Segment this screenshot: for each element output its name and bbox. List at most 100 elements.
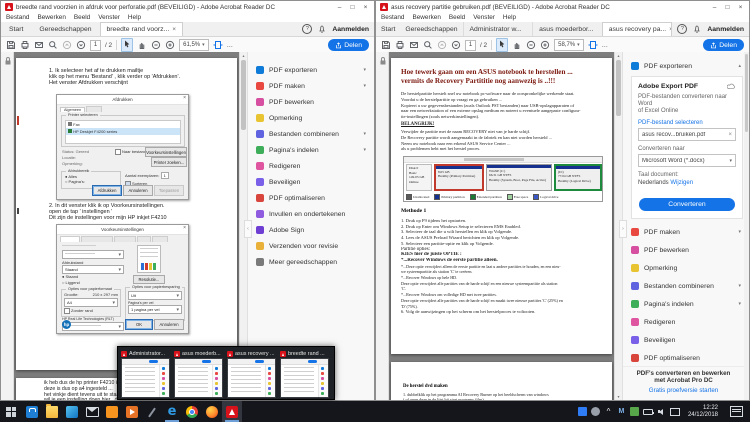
convert-button[interactable]: Converteren	[639, 198, 735, 211]
sidebar-tool[interactable]: Redigeren	[248, 158, 374, 174]
doc-tab[interactable]: Administrator w...	[463, 22, 533, 36]
maximize-button[interactable]: □	[721, 2, 734, 13]
tray-icon[interactable]	[617, 407, 626, 416]
change-language-link[interactable]: Wijzigen	[670, 180, 693, 186]
window-preview-card[interactable]: Administrator...	[121, 350, 170, 396]
page-number-input[interactable]: 1	[465, 40, 476, 51]
fit-width-icon[interactable]	[213, 40, 223, 50]
taskbar-app-button[interactable]	[22, 401, 42, 422]
tray-icon[interactable]	[643, 409, 653, 415]
window-preview-card[interactable]: breedte rand ...	[280, 350, 329, 396]
tray-icon[interactable]	[657, 407, 666, 416]
sidebar-tool-export[interactable]: PDF exporteren ▴	[623, 52, 749, 74]
minimize-button[interactable]: –	[333, 2, 346, 13]
taskbar-app-button[interactable]	[182, 401, 202, 422]
start-button[interactable]	[0, 401, 22, 422]
select-file-link[interactable]: PDF-bestand selecteren	[638, 120, 736, 126]
sidebar-tool[interactable]: Redigeren	[623, 313, 749, 331]
next-page-icon[interactable]	[451, 40, 461, 50]
left-rail[interactable]	[1, 52, 14, 400]
minimize-button[interactable]: –	[708, 2, 721, 13]
scroll-up-icon[interactable]: ▴	[615, 53, 622, 58]
email-icon[interactable]	[409, 40, 419, 50]
menu-item[interactable]: Beeld	[74, 14, 90, 21]
hand-tool-icon[interactable]	[137, 40, 147, 50]
menu-item[interactable]: Help	[128, 14, 141, 21]
tray-icon[interactable]	[630, 407, 639, 416]
select-tool-button[interactable]	[121, 38, 133, 52]
scrollbar-thumb[interactable]	[241, 60, 246, 130]
sign-in-button[interactable]: Aanmelden	[332, 26, 369, 33]
save-icon[interactable]	[381, 40, 391, 50]
sidebar-tool[interactable]: PDF bewerken	[248, 94, 374, 110]
tray-icon[interactable]	[591, 407, 600, 416]
sidebar-tool[interactable]: Meer gereedschappen	[248, 254, 374, 270]
close-button[interactable]: ×	[734, 2, 747, 13]
sidebar-tool[interactable]: Bestanden combineren▾	[623, 277, 749, 295]
taskbar-app-button[interactable]	[222, 401, 242, 422]
title-bar[interactable]: asus recovery partitie gebruiken.pdf (BE…	[376, 1, 749, 13]
preview-thumbnail[interactable]	[227, 358, 276, 398]
title-bar[interactable]: breedte rand voorzien in afdruk voor per…	[1, 1, 374, 13]
tab-tools[interactable]: Gereedschappen	[400, 22, 462, 36]
sidebar-tool[interactable]: Beveiligen	[623, 331, 749, 349]
sign-in-button[interactable]: Aanmelden	[707, 26, 744, 33]
zoom-out-icon[interactable]	[526, 40, 536, 50]
scrollbar-thumb[interactable]	[745, 54, 748, 132]
menu-item[interactable]: Help	[503, 14, 516, 21]
panel-collapse-icon[interactable]: ‹	[244, 220, 252, 238]
selected-file-input[interactable]: asus recov...bruiken.pdf×	[638, 128, 736, 141]
zoom-level-select[interactable]: 61,5%▾	[179, 39, 209, 51]
sidebar-tool[interactable]: Beveiligen	[248, 174, 374, 190]
free-trial-link[interactable]: Gratis proefversie starten	[623, 387, 744, 394]
panel-collapse-icon[interactable]: ›	[619, 220, 627, 238]
zoom-out-icon[interactable]	[151, 40, 161, 50]
hand-tool-icon[interactable]	[512, 40, 522, 50]
sidebar-tool[interactable]: PDF exporteren▾	[248, 62, 374, 78]
menu-item[interactable]: Venster	[473, 14, 495, 21]
tab-start[interactable]: Start	[1, 22, 31, 36]
doc-tab[interactable]: breedte rand voorz...×	[100, 22, 184, 36]
window-preview-card[interactable]: asus moederb...	[174, 350, 223, 396]
sidebar-tool[interactable]: Adobe Sign	[248, 222, 374, 238]
clear-file-icon[interactable]: ×	[728, 132, 732, 138]
preview-thumbnail[interactable]	[121, 358, 170, 398]
more-tools-icon[interactable]: …	[227, 42, 233, 49]
save-icon[interactable]	[6, 40, 16, 50]
sidebar-tool[interactable]: PDF bewerken	[623, 241, 749, 259]
taskbar-app-button[interactable]	[42, 401, 62, 422]
sidebar-tool[interactable]: Pagina's indelen▾	[623, 295, 749, 313]
sidebar-tool[interactable]: Invullen en ondertekenen	[248, 206, 374, 222]
taskbar-app-button[interactable]	[202, 401, 222, 422]
sidebar-tool[interactable]: Opmerking	[623, 259, 749, 277]
menu-item[interactable]: Bewerken	[37, 14, 65, 21]
taskbar-app-button[interactable]	[162, 401, 182, 422]
maximize-button[interactable]: □	[346, 2, 359, 13]
email-icon[interactable]	[34, 40, 44, 50]
search-icon[interactable]	[48, 40, 58, 50]
sidebar-scrollbar[interactable]	[744, 52, 749, 400]
zoom-level-select[interactable]: 58,7%▾	[554, 39, 584, 51]
taskbar-app-button[interactable]	[62, 401, 82, 422]
taskbar-app-button[interactable]	[102, 401, 122, 422]
left-rail[interactable]	[376, 52, 389, 400]
doc-tab[interactable]: asus recovery pa...×	[602, 22, 673, 36]
sidebar-tool[interactable]: Opmerking	[248, 110, 374, 126]
preview-thumbnail[interactable]	[174, 358, 223, 398]
fit-width-icon[interactable]	[588, 40, 598, 50]
sidebar-tool[interactable]: Pagina's indelen▾	[248, 142, 374, 158]
taskbar-clock[interactable]: 12:22 24/12/2018	[684, 405, 722, 419]
doc-tab[interactable]: asus moederbor...	[532, 22, 602, 36]
taskbar-app-button[interactable]	[142, 401, 162, 422]
document-area[interactable]: Hoe tewerk gaan om een ASUS notebook te …	[389, 52, 614, 400]
action-center-icon[interactable]	[730, 406, 743, 417]
help-icon[interactable]: ?	[302, 24, 312, 34]
print-icon[interactable]	[20, 40, 30, 50]
scroll-up-icon[interactable]: ▴	[240, 53, 247, 58]
search-icon[interactable]	[423, 40, 433, 50]
previous-page-icon[interactable]	[62, 40, 72, 50]
menu-item[interactable]: Beeld	[449, 14, 465, 21]
menu-item[interactable]: Bewerken	[412, 14, 440, 21]
menu-item[interactable]: Bestand	[6, 14, 29, 21]
sidebar-tool[interactable]: PDF maken▾	[623, 223, 749, 241]
